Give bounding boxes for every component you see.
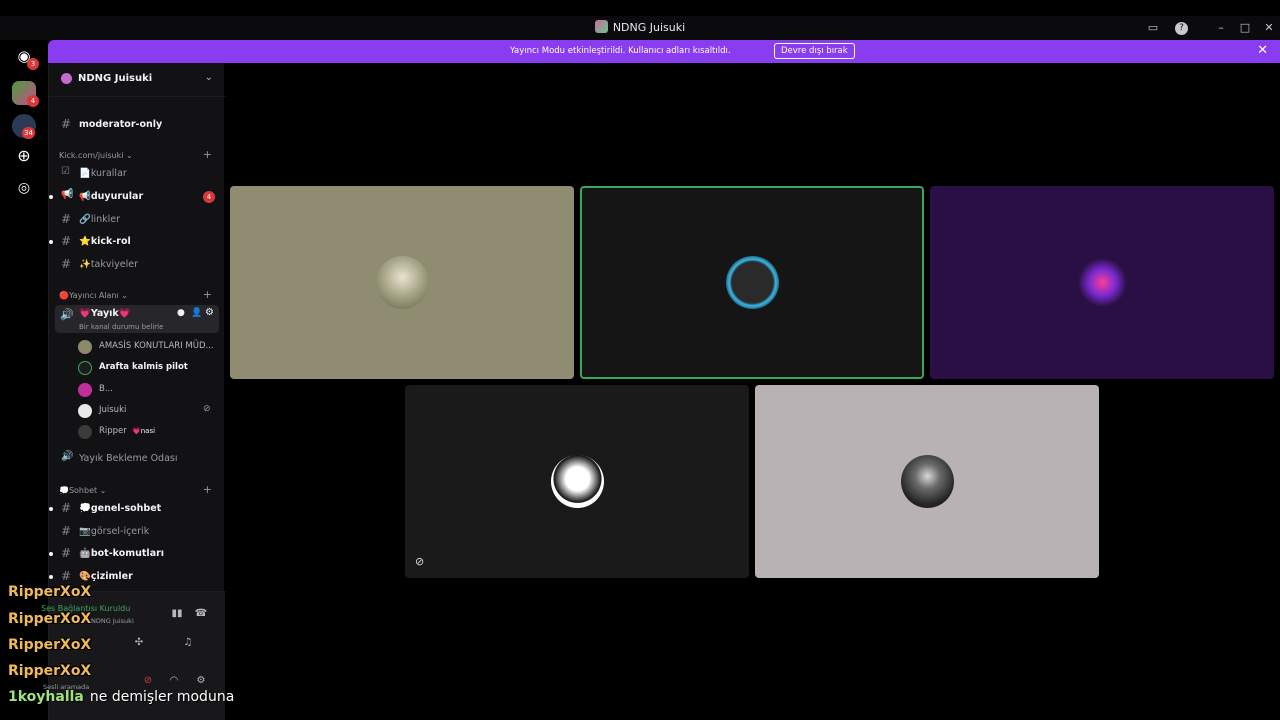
channel-takviyeler[interactable]: # ✨takviyeler [49, 255, 225, 275]
overlay-chat-text: ne demişler moduna [89, 689, 235, 705]
channel-genel-sohbet[interactable]: # 💭genel-sohbet [49, 499, 225, 519]
muted-mic-icon: ⊘ [203, 404, 211, 414]
soundboard-icon[interactable]: ♫ [180, 635, 196, 651]
server-badge: 34 [22, 127, 35, 139]
avatar [78, 404, 92, 418]
headphones-icon[interactable]: ◠ [166, 673, 182, 689]
voice-user[interactable]: B... [78, 380, 218, 400]
add-channel-icon[interactable]: + [203, 148, 212, 161]
title-bar: NDNG Juisuki ▭ ? – □ ✕ [0, 16, 1280, 40]
streamer-mode-banner: Yayıncı Modu etkinleştirildi. Kullanıcı … [48, 40, 1280, 63]
avatar [726, 256, 779, 309]
voice-user-speaking[interactable]: Arafta kalmis pilot [78, 358, 218, 378]
participant-tile[interactable] [930, 186, 1274, 379]
avatar [78, 383, 92, 397]
overlay-chat-name: RipperXoX [8, 611, 92, 627]
voice-activity-icon[interactable]: ▮▮ [169, 606, 185, 622]
banner-message: Yayıncı Modu etkinleştirildi. Kullanıcı … [510, 46, 731, 56]
folder-badge: 4 [27, 95, 39, 107]
home-badge: 3 [27, 58, 39, 70]
server-header[interactable]: NDNG Juisuki ⌄ [49, 63, 225, 97]
mention-badge: 4 [203, 191, 215, 203]
category-chat[interactable]: 💭Sohbet ⌄ [59, 486, 106, 495]
voice-user[interactable]: Juisuki ⊘ [78, 401, 218, 421]
overlay-chat-message: 1koyhalla ne demişler moduna [8, 689, 234, 705]
chevron-down-icon: ⌄ [204, 72, 213, 83]
unread-dot [49, 575, 53, 579]
megaphone-icon: 📢 [61, 189, 74, 200]
avatar [551, 455, 604, 508]
minimize-button[interactable]: – [1213, 20, 1229, 36]
add-user-icon[interactable]: 👤 [191, 308, 202, 318]
category-stream[interactable]: 🔴Yayıncı Alanı ⌄ [59, 291, 128, 300]
hash-icon: # [61, 257, 72, 271]
hash-icon: # [61, 212, 72, 226]
hash-icon: # [61, 501, 72, 515]
unread-dot [49, 195, 53, 199]
participant-tile[interactable]: ⊘ [405, 385, 749, 578]
channel-gorsel-icerik[interactable]: # 📷görsel-içerik [49, 522, 225, 542]
voice-channel-status[interactable]: Bir kanal durumu belirle [79, 323, 163, 331]
avatar [1076, 256, 1129, 309]
overlay-chat-name: RipperXoX [8, 584, 92, 600]
avatar [901, 455, 954, 508]
close-icon[interactable]: ✕ [1257, 43, 1268, 58]
disconnect-icon[interactable]: ☎ [193, 606, 209, 622]
muted-mic-icon[interactable]: ⊘ [140, 673, 156, 689]
voice-channel-name: 💗Yayık💗 [79, 308, 131, 319]
channel-bot-komutlari[interactable]: # 🤖bot-komutları [49, 544, 225, 564]
maximize-button[interactable]: □ [1237, 20, 1253, 36]
voice-user[interactable]: AMASİS KONUTLARI MÜD... [78, 337, 218, 357]
discover-icon[interactable]: ◎ [12, 176, 36, 200]
channel-kurallar[interactable]: ☑ 📄kurallar [49, 164, 225, 184]
channel-waiting-room[interactable]: 🔊 Yayık Bekleme Odası [49, 449, 225, 469]
avatar [78, 361, 92, 375]
chat-icon[interactable]: ● [177, 308, 185, 318]
overlay-chat-user: 1koyhalla [8, 689, 84, 705]
add-channel-icon[interactable]: + [203, 288, 212, 301]
channel-moderator-only[interactable]: # moderator-only [49, 115, 225, 135]
connection-server: NDNG Juisuki [91, 617, 134, 625]
channel-linkler[interactable]: # 🔗linkler [49, 210, 225, 230]
inbox-icon[interactable]: ▭ [1145, 20, 1161, 36]
close-window-button[interactable]: ✕ [1261, 20, 1277, 36]
window-title: NDNG Juisuki [0, 20, 1280, 34]
unread-dot [49, 552, 53, 556]
participant-tile[interactable] [755, 385, 1099, 578]
muted-mic-icon: ⊘ [415, 555, 425, 568]
hash-icon: # [61, 524, 72, 538]
hash-icon: # [61, 117, 72, 131]
rules-icon: ☑ [61, 166, 70, 177]
avatar [78, 340, 92, 354]
gear-icon[interactable]: ⚙ [193, 673, 209, 689]
voice-user[interactable]: Ripper 💗nasi [78, 422, 218, 442]
hash-icon: # [61, 234, 72, 248]
participant-tile[interactable] [230, 186, 574, 379]
speaker-icon: 🔊 [61, 451, 74, 462]
overlay-chat-name: RipperXoX [8, 663, 92, 679]
avatar [78, 425, 92, 439]
add-channel-icon[interactable]: + [203, 483, 212, 496]
hash-icon: # [61, 546, 72, 560]
speaker-icon: 🔊 [60, 308, 74, 321]
user-tag: 💗nasi [132, 427, 156, 435]
disable-streamer-mode-button[interactable]: Devre dışı bırak [774, 43, 855, 59]
avatar [376, 256, 429, 309]
participant-tile-speaking[interactable] [580, 186, 924, 379]
channel-duyurular[interactable]: 📢 📢duyurular 4 [49, 187, 225, 207]
server-icon [594, 20, 608, 33]
server-name: NDNG Juisuki [78, 73, 153, 84]
help-icon[interactable]: ? [1175, 22, 1188, 35]
unread-dot [49, 240, 53, 244]
add-server-icon[interactable]: ⊕ [12, 144, 36, 168]
category-kick[interactable]: Kick.com/juisuki ⌄ [59, 151, 133, 160]
channel-kick-rol[interactable]: # ⭐kick-rol [49, 232, 225, 252]
hash-icon: # [61, 569, 72, 583]
gear-icon[interactable]: ⚙ [205, 307, 214, 318]
voice-channel-active[interactable]: 🔊 💗Yayık💗 Bir kanal durumu belirle ● 👤 ⚙ [55, 305, 219, 333]
unread-dot [49, 507, 53, 511]
overlay-chat-name: RipperXoX [8, 637, 92, 653]
activities-icon[interactable]: ✣ [131, 635, 147, 651]
server-icon [61, 73, 72, 84]
